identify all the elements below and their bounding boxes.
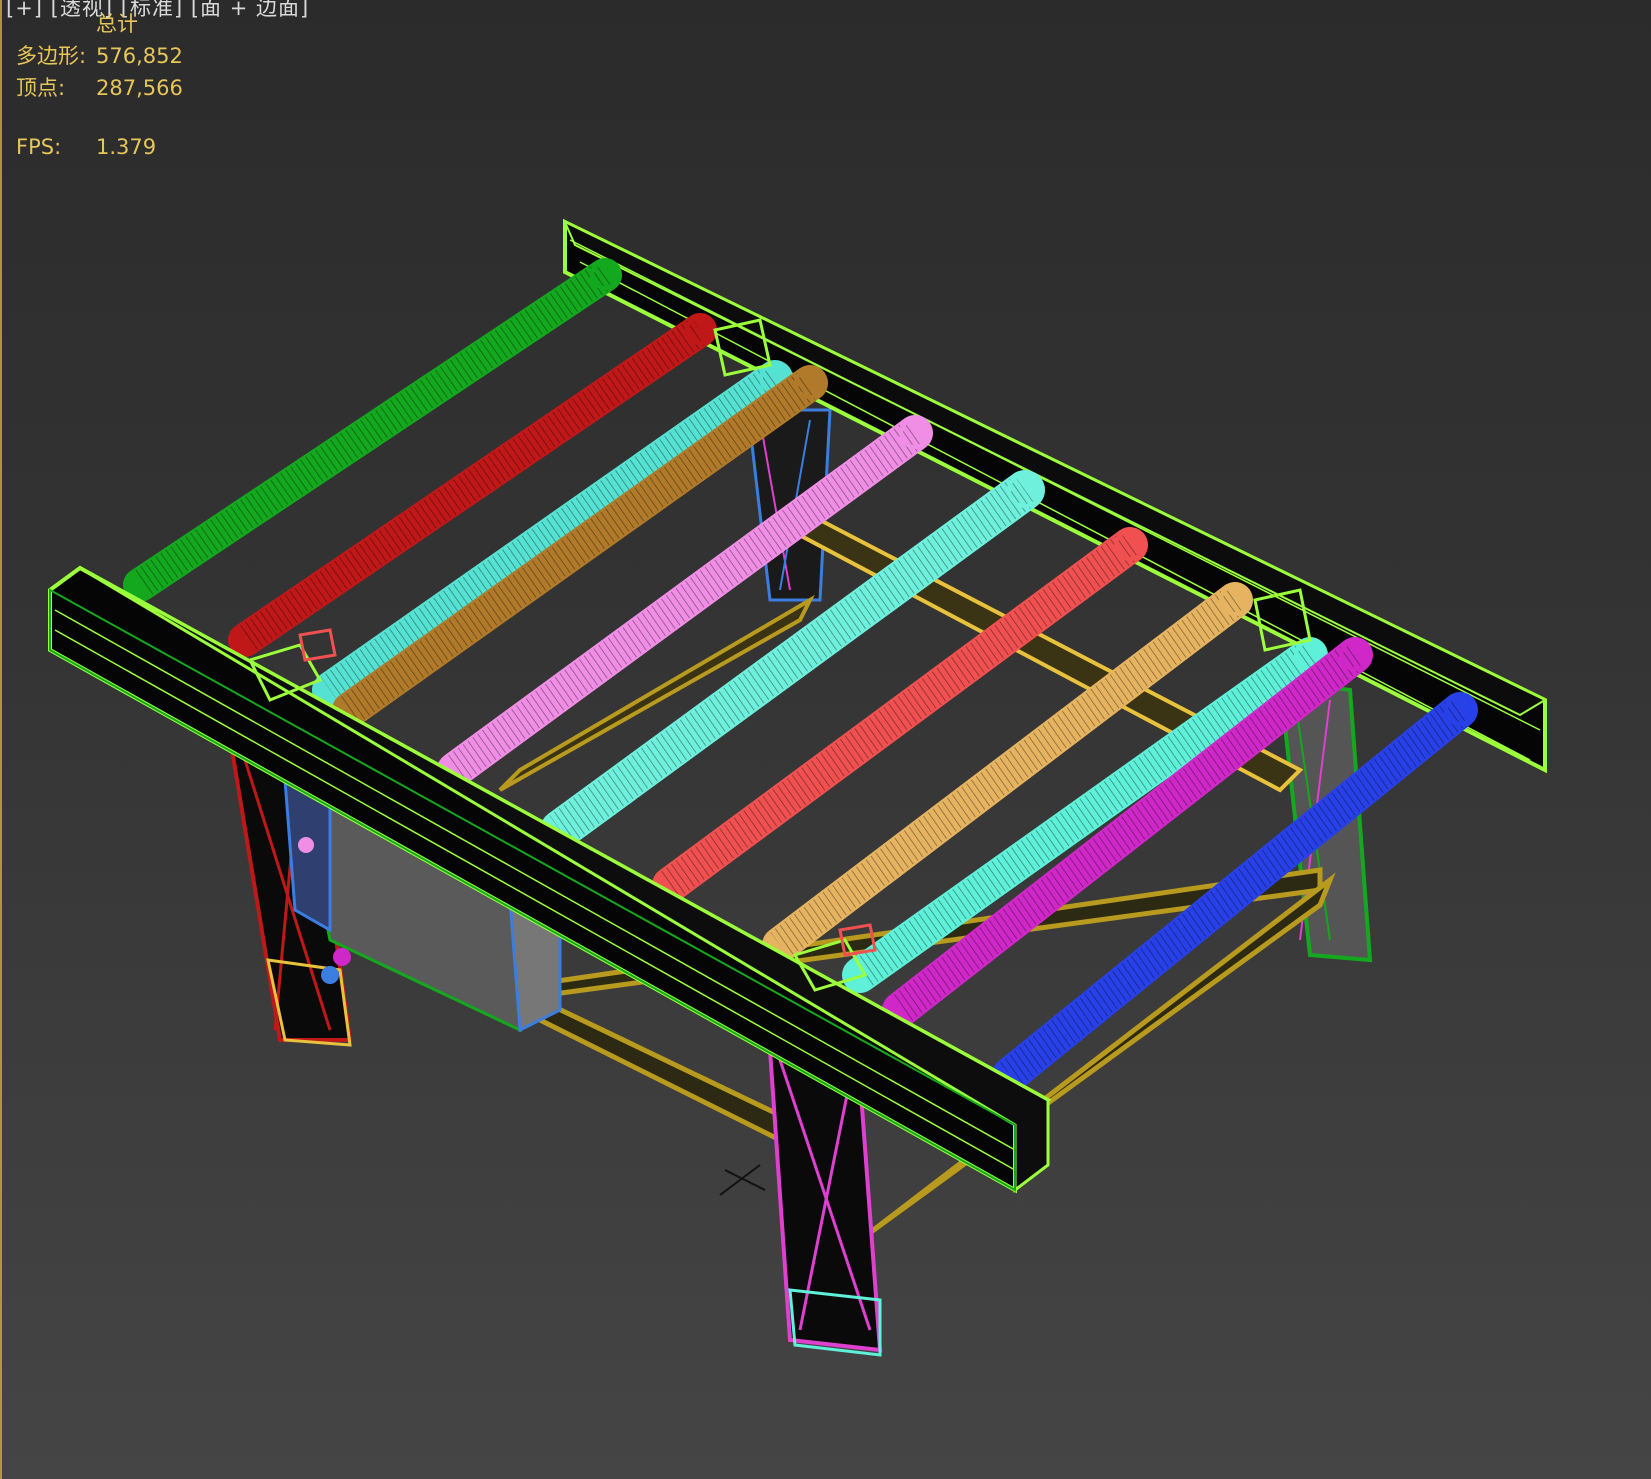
stats-header: 总计 [96, 12, 138, 36]
viewport-label[interactable]: [+] [透视] [标准] [面 + 边面] [6, 0, 309, 22]
back-rail [563, 218, 1548, 774]
viewport-menu-display-mode[interactable]: [面 + 边面] [191, 0, 309, 20]
wireframe-scene[interactable] [0, 0, 1651, 1479]
3d-viewport[interactable]: [+] [透视] [标准] [面 + 边面] 总计 多边形: 576,852 顶点… [0, 0, 1651, 1479]
stats-fps-label: FPS: [16, 135, 62, 159]
stats-vertices: 顶点: 287,566 [16, 72, 183, 102]
stats-polygons-value: 576,852 [96, 44, 183, 68]
stats-polygons-label: 多边形: [16, 44, 87, 68]
front-rail [48, 565, 1052, 1194]
stats-vertices-value: 287,566 [96, 76, 183, 100]
stats-fps-value: 1.379 [96, 135, 157, 159]
stats-polygons: 多边形: 576,852 [16, 40, 183, 70]
stats-fps: FPS: 1.379 [16, 135, 156, 159]
stats-vertices-label: 顶点: [16, 76, 66, 100]
viewport-menu-plus[interactable]: [+] [6, 0, 43, 20]
